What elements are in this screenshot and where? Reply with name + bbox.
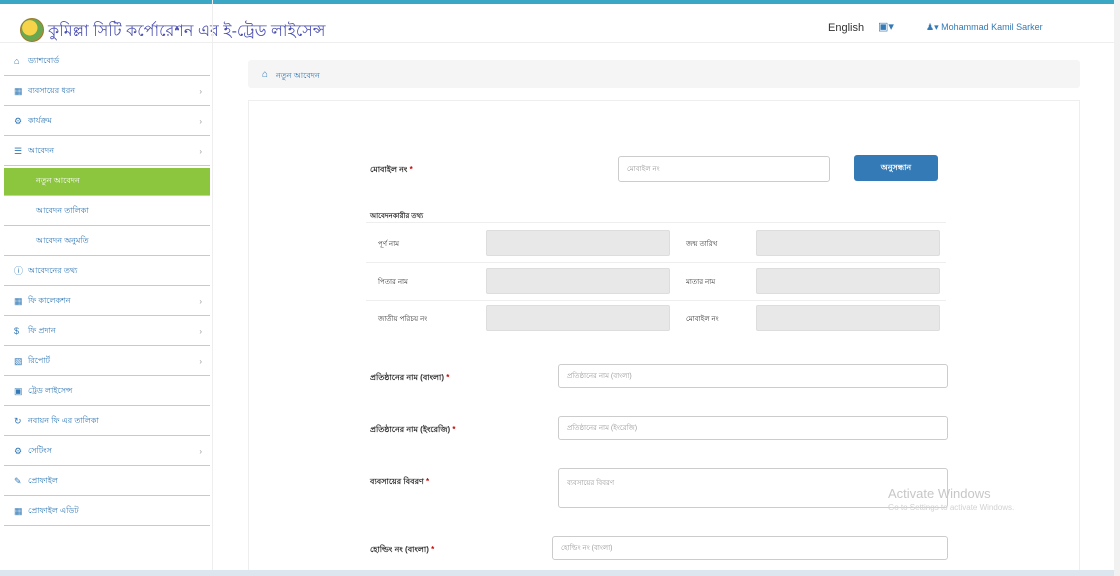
sidebar-item-profile-edit[interactable]: ▦ প্রোফাইল এডিট bbox=[4, 498, 210, 526]
chevron-right-icon: › bbox=[199, 87, 202, 96]
sidebar-item-application-list[interactable]: আবেদন তালিকা bbox=[4, 198, 210, 226]
chevron-right-icon: › bbox=[199, 297, 202, 306]
table-icon: ▦ bbox=[14, 506, 23, 516]
renew-icon: ↻ bbox=[14, 416, 22, 426]
org-name-en-label: প্রতিষ্ঠানের নাম (ইংরেজি) * bbox=[370, 425, 456, 434]
sidebar-item-label: নতুন আবেদন bbox=[36, 176, 80, 185]
briefcase-menu[interactable]: ▣▾ bbox=[878, 20, 894, 33]
org-name-bn-input[interactable]: প্রতিষ্ঠানের নাম (বাংলা) bbox=[558, 364, 948, 388]
bottom-bar bbox=[0, 570, 1120, 576]
birth-date-value bbox=[756, 230, 940, 256]
chevron-right-icon: › bbox=[199, 447, 202, 456]
breadcrumb: ⌂ নতুন আবেদন bbox=[248, 60, 1080, 88]
sidebar-item-business-type[interactable]: ▦ ব্যবসায়ের ধরন › bbox=[4, 78, 210, 106]
info-divider bbox=[366, 300, 946, 301]
sidebar-item-trade-license[interactable]: ▣ ট্রেড লাইসেন্স bbox=[4, 378, 210, 406]
sidebar-item-label: ফি প্রদান bbox=[28, 326, 56, 335]
activate-windows-hint: Go to Settings to activate Windows. bbox=[888, 503, 1015, 512]
sidebar-item-label: নবায়ন ফি এর তালিকা bbox=[28, 416, 99, 425]
sidebar-item-label: ব্যবসায়ের ধরন bbox=[28, 86, 76, 95]
sidebar-item-fee-collection[interactable]: ▦ ফি কালেকশন › bbox=[4, 288, 210, 316]
full-name-label: পূর্ণ নাম bbox=[378, 241, 400, 248]
info-divider bbox=[366, 222, 946, 223]
sidebar-item-label: সেটিংস bbox=[28, 446, 52, 455]
user-icon: ♟ bbox=[926, 22, 935, 32]
info-mobile-value bbox=[756, 305, 940, 331]
sidebar-item-label: ট্রেড লাইসেন্স bbox=[28, 386, 73, 395]
app-title: কুমিল্লা সিটি কর্পোরেশন এর ই-ট্রেড লাইসে… bbox=[48, 23, 326, 40]
license-icon: ▣ bbox=[14, 386, 23, 396]
sidebar-item-profile[interactable]: ✎ প্রোফাইল bbox=[4, 468, 210, 496]
sidebar-item-activities[interactable]: ⚙ কার্যক্রম › bbox=[4, 108, 210, 136]
sidebar-item-label: আবেদনের তথ্য bbox=[28, 266, 78, 275]
mother-name-label: মাতার নাম bbox=[686, 279, 716, 286]
page-scrollbar[interactable] bbox=[1114, 0, 1120, 576]
org-name-bn-label: প্রতিষ্ঠানের নাম (বাংলা) * bbox=[370, 373, 450, 382]
org-name-en-input[interactable]: প্রতিষ্ঠানের নাম (ইংরেজি) bbox=[558, 416, 948, 440]
sidebar-item-application-approval[interactable]: আবেদন অনুমতি bbox=[4, 228, 210, 256]
sidebar-item-dashboard[interactable]: ⌂ ড্যাশবোর্ড bbox=[4, 48, 210, 76]
info-mobile-label: মোবাইল নং bbox=[686, 316, 719, 323]
sidebar: ⌂ ড্যাশবোর্ড ▦ ব্যবসায়ের ধরন › ⚙ কার্যক্রম… bbox=[0, 46, 212, 556]
applicant-info-heading: আবেদনকারীর তথ্য bbox=[370, 213, 424, 220]
language-switch-link[interactable]: English bbox=[828, 22, 864, 34]
breadcrumb-label: নতুন আবেদন bbox=[276, 71, 320, 80]
user-menu-label: ▾ Mohammad Kamil Sarker bbox=[934, 22, 1043, 32]
father-name-label: পিতার নাম bbox=[378, 279, 408, 286]
sidebar-item-label: কার্যক্রম bbox=[28, 116, 52, 125]
search-button[interactable]: অনুসন্ধান bbox=[854, 155, 938, 181]
father-name-value bbox=[486, 268, 670, 294]
sidebar-item-application[interactable]: ☰ আবেদন › bbox=[4, 138, 210, 166]
money-icon: $ bbox=[14, 326, 20, 336]
sidebar-item-report[interactable]: ▧ রিপোর্ট › bbox=[4, 348, 210, 376]
briefcase-icon: ▣ bbox=[878, 21, 889, 33]
sidebar-item-label: আবেদন bbox=[28, 146, 54, 155]
chevron-right-icon: › bbox=[199, 327, 202, 336]
chevron-right-icon: › bbox=[199, 357, 202, 366]
chevron-right-icon: › bbox=[199, 117, 202, 126]
mobile-number-input[interactable]: মোবাইল নং bbox=[618, 156, 830, 182]
nid-label: জাতীয় পরিচয় নং bbox=[378, 316, 428, 323]
chart-icon: ▧ bbox=[14, 356, 23, 366]
sidebar-item-fee-payment[interactable]: $ ফি প্রদান › bbox=[4, 318, 210, 346]
info-divider bbox=[366, 262, 946, 263]
home-icon: ⌂ bbox=[14, 56, 20, 66]
chevron-down-icon: › bbox=[199, 147, 202, 156]
sidebar-item-new-application[interactable]: নতুন আবেদন bbox=[4, 168, 210, 196]
mobile-number-label: মোবাইল নং * bbox=[370, 165, 413, 174]
gear-icon: ⚙ bbox=[14, 446, 23, 456]
city-corporation-logo-icon bbox=[20, 18, 44, 42]
building-icon: ▦ bbox=[14, 86, 23, 96]
sidebar-item-label: প্রোফাইল bbox=[28, 476, 58, 485]
sidebar-item-label: ফি কালেকশন bbox=[28, 296, 71, 305]
user-menu[interactable]: ♟▾ Mohammad Kamil Sarker bbox=[926, 22, 1043, 33]
nid-value bbox=[486, 305, 670, 331]
holding-number-input[interactable]: হোল্ডিং নং (বাংলা) bbox=[552, 536, 948, 560]
birth-date-label: জন্ম তারিখ bbox=[686, 241, 718, 248]
edit-icon: ✎ bbox=[14, 476, 22, 486]
holding-number-label: হোল্ডিং নং (বাংলা) * bbox=[370, 545, 435, 554]
sidebar-item-label: প্রোফাইল এডিট bbox=[28, 506, 79, 515]
list-icon: ☰ bbox=[14, 146, 23, 156]
home-icon: ⌂ bbox=[262, 69, 269, 80]
sidebar-item-settings[interactable]: ⚙ সেটিংস › bbox=[4, 438, 210, 466]
activate-windows-watermark: Activate Windows bbox=[888, 486, 991, 501]
sidebar-item-label: ড্যাশবোর্ড bbox=[28, 56, 60, 65]
briefcase-menu-caret: ▾ bbox=[888, 21, 894, 33]
cogs-icon: ⚙ bbox=[14, 116, 23, 126]
sidebar-item-label: রিপোর্ট bbox=[28, 356, 51, 365]
table-icon: ▦ bbox=[14, 296, 23, 306]
sidebar-item-label: আবেদন অনুমতি bbox=[36, 236, 89, 245]
business-description-label: ব্যবসায়ের বিবরণ * bbox=[370, 477, 430, 486]
sidebar-item-application-info[interactable]: ⓘ আবেদনের তথ্য bbox=[4, 258, 210, 286]
sidebar-item-renewal-fee-list[interactable]: ↻ নবায়ন ফি এর তালিকা bbox=[4, 408, 210, 436]
mother-name-value bbox=[756, 268, 940, 294]
header: কুমিল্লা সিটি কর্পোরেশন এর ই-ট্রেড লাইসে… bbox=[0, 4, 1120, 43]
full-name-value bbox=[486, 230, 670, 256]
sidebar-divider bbox=[212, 0, 213, 576]
sidebar-item-label: আবেদন তালিকা bbox=[36, 206, 89, 215]
info-icon: ⓘ bbox=[14, 266, 24, 276]
